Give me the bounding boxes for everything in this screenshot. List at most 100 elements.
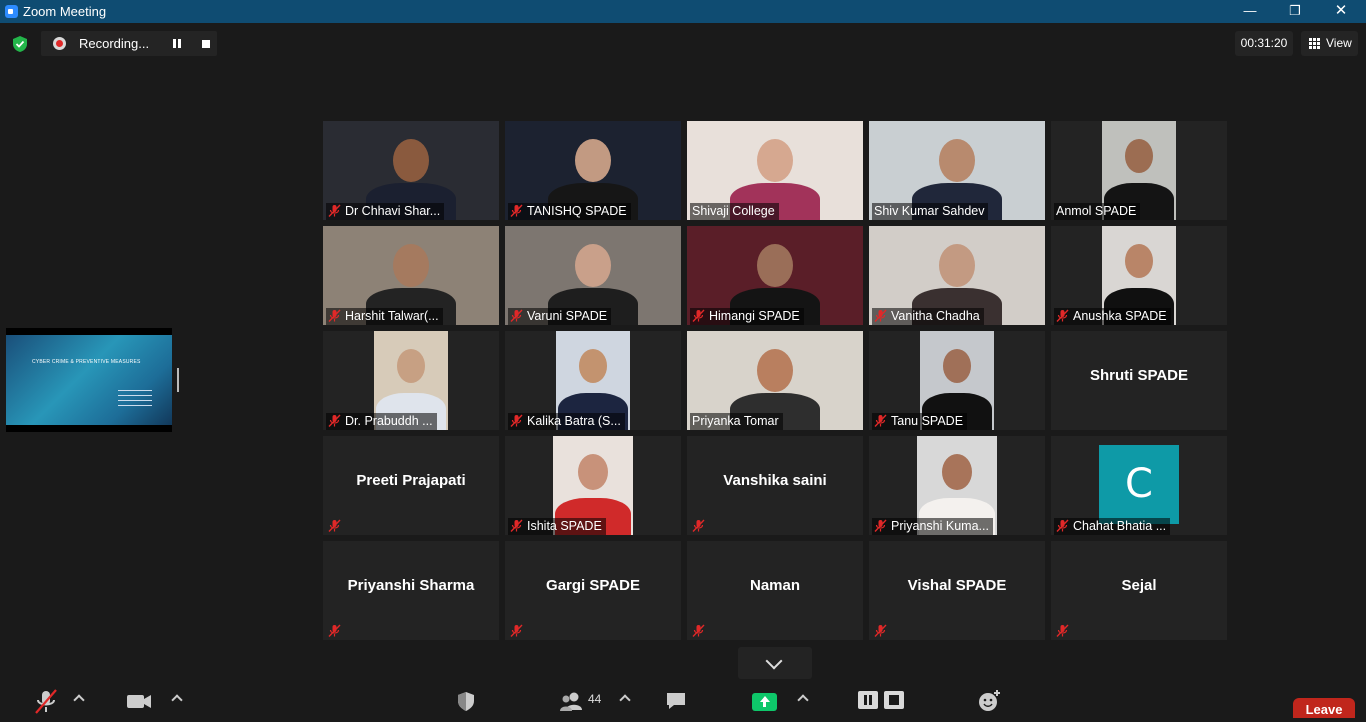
muted-mic-icon <box>692 309 705 322</box>
participant-tile[interactable]: Harshit Talwar(... <box>323 226 499 325</box>
participant-tile[interactable]: Tanu SPADE <box>869 331 1045 430</box>
stop-recording-icon[interactable] <box>202 40 210 48</box>
reactions-icon[interactable] <box>976 688 1002 715</box>
participant-tile[interactable]: Preeti Prajapati <box>323 436 499 535</box>
participant-name-center: Preeti Prajapati <box>356 472 466 489</box>
share-options-caret-icon[interactable] <box>797 694 809 706</box>
participant-label: Shiv Kumar Sahdev <box>872 203 989 220</box>
participant-tile[interactable]: TANISHQ SPADE <box>505 121 681 220</box>
participant-tile[interactable]: Dr Chhavi Shar... <box>323 121 499 220</box>
participant-tile[interactable]: Shiv Kumar Sahdev <box>869 121 1045 220</box>
participant-label: Shivaji College <box>690 203 779 220</box>
participant-mute-indicator <box>872 623 895 640</box>
shared-screen-thumbnail[interactable]: CYBER CRIME & PREVENTIVE MEASURES <box>6 328 172 432</box>
participant-name-center: Vanshika saini <box>723 472 827 489</box>
close-button[interactable]: ✕ <box>1318 0 1364 23</box>
leave-button[interactable]: Leave <box>1293 698 1355 718</box>
recording-status-bar: Recording... <box>41 31 217 56</box>
participant-label: Priyanshi Kuma... <box>872 518 993 535</box>
participant-tile[interactable]: Vishal SPADE <box>869 541 1045 640</box>
recording-dot-icon <box>53 37 66 50</box>
participant-name: Harshit Talwar(... <box>345 309 439 323</box>
participant-label: Varuni SPADE <box>508 308 612 325</box>
participant-tile[interactable]: Ishita SPADE <box>505 436 681 535</box>
participant-tile[interactable]: Vanshika saini <box>687 436 863 535</box>
meeting-timer: 00:31:20 <box>1235 31 1293 56</box>
security-icon[interactable] <box>455 688 477 715</box>
participant-label: Tanu SPADE <box>872 413 968 430</box>
participant-name: Anmol SPADE <box>1056 204 1137 218</box>
participant-tile[interactable]: Kalika Batra (S... <box>505 331 681 430</box>
participant-label: Himangi SPADE <box>690 308 804 325</box>
participant-tile[interactable]: Shivaji College <box>687 121 863 220</box>
participant-tile[interactable]: Priyanshi Sharma <box>323 541 499 640</box>
slide-subtext-lines <box>118 390 152 412</box>
start-video-icon[interactable] <box>125 688 153 715</box>
participant-tile[interactable]: Varuni SPADE <box>505 226 681 325</box>
participant-tile[interactable]: Himangi SPADE <box>687 226 863 325</box>
pause-recording-icon[interactable] <box>172 38 182 49</box>
muted-mic-icon <box>874 309 887 322</box>
window-title: Zoom Meeting <box>23 4 107 19</box>
participant-avatar: C <box>1099 445 1179 524</box>
muted-mic-icon <box>328 204 341 217</box>
muted-mic-icon <box>1056 309 1069 322</box>
view-button[interactable]: View <box>1301 31 1358 56</box>
participant-label: Harshit Talwar(... <box>326 308 443 325</box>
hide-thumbnails-button[interactable] <box>738 647 812 679</box>
participant-name: TANISHQ SPADE <box>527 204 627 218</box>
chat-icon[interactable] <box>664 688 688 715</box>
participant-name: Dr. Prabuddh ... <box>345 414 433 428</box>
muted-mic-icon <box>328 624 341 637</box>
participant-name: Priyanshi Kuma... <box>891 519 989 533</box>
muted-mic-icon <box>1056 519 1069 532</box>
participant-name: Dr Chhavi Shar... <box>345 204 441 218</box>
security-shield-icon[interactable] <box>11 35 29 53</box>
muted-mic-icon <box>510 414 523 427</box>
stop-recording-button[interactable] <box>884 691 904 709</box>
participant-label: TANISHQ SPADE <box>508 203 631 220</box>
muted-mic-icon <box>328 309 341 322</box>
share-screen-icon[interactable] <box>752 693 777 711</box>
participant-name: Tanu SPADE <box>891 414 964 428</box>
audio-options-caret-icon[interactable] <box>73 694 85 706</box>
participant-mute-indicator <box>508 623 531 640</box>
maximize-button[interactable]: ❐ <box>1272 0 1318 23</box>
participant-tile[interactable]: Sejal <box>1051 541 1227 640</box>
participant-tile[interactable]: Gargi SPADE <box>505 541 681 640</box>
participant-tile[interactable]: Anmol SPADE <box>1051 121 1227 220</box>
participant-name: Priyanka Tomar <box>692 414 779 428</box>
participant-name-center: Priyanshi Sharma <box>347 577 475 594</box>
participant-tile[interactable]: Naman <box>687 541 863 640</box>
unmute-mic-icon[interactable] <box>33 688 59 715</box>
muted-mic-icon <box>510 204 523 217</box>
participant-name: Ishita SPADE <box>527 519 602 533</box>
pause-recording-button[interactable] <box>858 691 878 709</box>
shared-slide: CYBER CRIME & PREVENTIVE MEASURES <box>6 335 172 425</box>
participant-tile[interactable]: Priyanshi Kuma... <box>869 436 1045 535</box>
participants-icon[interactable] <box>557 688 585 715</box>
muted-mic-icon <box>692 624 705 637</box>
participant-tile[interactable]: Shruti SPADE <box>1051 331 1227 430</box>
participant-label: Vanitha Chadha <box>872 308 984 325</box>
participants-count: 44 <box>588 692 602 706</box>
participant-mute-indicator <box>326 518 349 535</box>
minimize-button[interactable]: — <box>1227 0 1273 23</box>
video-options-caret-icon[interactable] <box>171 694 183 706</box>
participants-options-caret-icon[interactable] <box>619 694 631 706</box>
participant-name-center: Shruti SPADE <box>1089 367 1189 384</box>
participant-tile[interactable]: Dr. Prabuddh ... <box>323 331 499 430</box>
participant-tile[interactable]: Vanitha Chadha <box>869 226 1045 325</box>
muted-mic-icon <box>510 309 523 322</box>
muted-mic-icon <box>328 519 341 532</box>
participant-label: Anushka SPADE <box>1054 308 1171 325</box>
muted-mic-icon <box>510 624 523 637</box>
resize-handle[interactable] <box>177 368 179 392</box>
muted-mic-icon <box>874 624 887 637</box>
chevron-down-icon <box>765 652 783 670</box>
zoom-app-icon <box>5 5 18 18</box>
muted-mic-icon <box>692 519 705 532</box>
participant-tile[interactable]: Anushka SPADE <box>1051 226 1227 325</box>
participant-tile[interactable]: Priyanka Tomar <box>687 331 863 430</box>
participant-tile[interactable]: C Chahat Bhatia ... <box>1051 436 1227 535</box>
